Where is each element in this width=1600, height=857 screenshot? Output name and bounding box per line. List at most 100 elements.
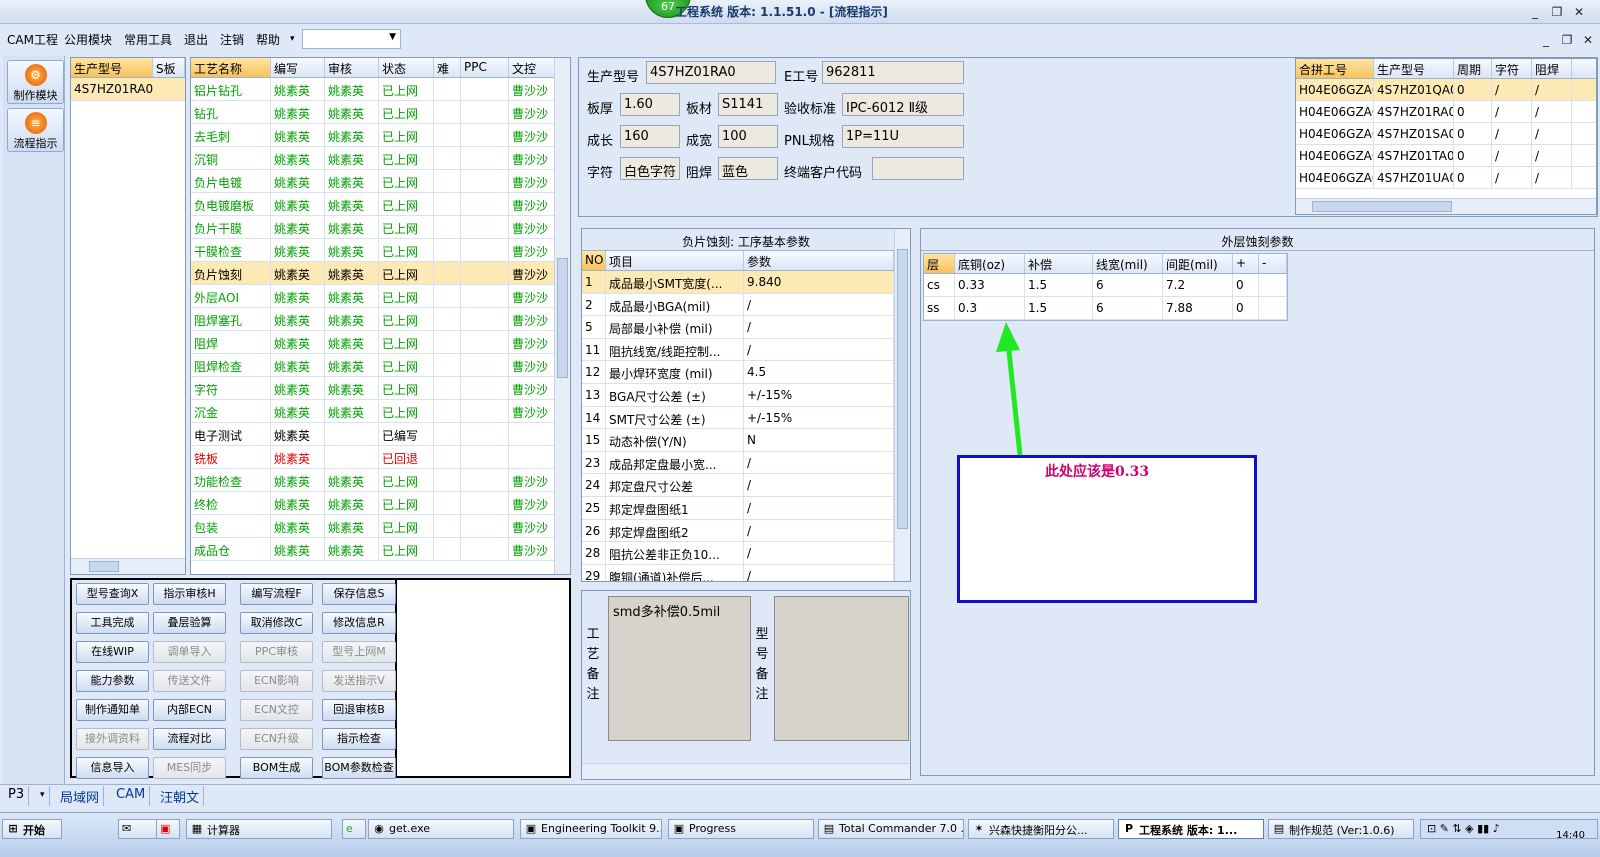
- model-memo[interactable]: [774, 596, 909, 741]
- action-button[interactable]: PPC审核: [240, 641, 313, 663]
- scroll-thumb[interactable]: [89, 561, 119, 572]
- col-s-board[interactable]: S板: [153, 58, 185, 77]
- task-browser[interactable]: ✶ 兴森快捷衡阳分公...: [968, 819, 1114, 839]
- action-button[interactable]: 在线WIP: [76, 641, 149, 663]
- task-engineering-system[interactable]: P 工程系统 版本: 1...: [1118, 819, 1264, 839]
- table-row[interactable]: 字符 姚素英 姚素英 已上网 曹沙沙: [191, 377, 570, 400]
- col-merge-char[interactable]: 字符: [1492, 59, 1532, 78]
- char-field[interactable]: 白色字符: [620, 157, 680, 180]
- pdf-icon[interactable]: ▣: [156, 819, 180, 839]
- col-process-name[interactable]: 工艺名称: [191, 58, 271, 77]
- menu-exit[interactable]: 退出: [184, 31, 208, 48]
- table-row[interactable]: 铝片钻孔 姚素英 姚素英 已上网 曹沙沙: [191, 78, 570, 101]
- col-status[interactable]: 状态: [379, 58, 434, 77]
- action-button[interactable]: 制作通知单: [76, 699, 149, 721]
- col-base-copper[interactable]: 底铜(oz): [955, 254, 1025, 273]
- col-layer[interactable]: 层: [924, 254, 955, 273]
- module-make-button[interactable]: ⚙ 制作模块: [7, 60, 64, 104]
- vertical-scrollbar[interactable]: [554, 58, 570, 574]
- table-row[interactable]: 功能检查 姚素英 姚素英 已上网 曹沙沙: [191, 469, 570, 492]
- action-button[interactable]: 流程对比: [153, 728, 226, 750]
- col-merge-mask[interactable]: 阻焊: [1532, 59, 1572, 78]
- col-no[interactable]: NO: [582, 251, 606, 270]
- action-button[interactable]: ECN影响: [240, 670, 313, 692]
- mdi-close-button[interactable]: ✕: [1580, 32, 1596, 48]
- length-field[interactable]: 160: [620, 125, 680, 148]
- action-button[interactable]: BOM参数检查: [322, 757, 396, 779]
- table-row[interactable]: 外层AOI 姚素英 姚素英 已上网 曹沙沙: [191, 285, 570, 308]
- table-row[interactable]: 负片蚀刻 姚素英 姚素英 已上网 曹沙沙: [191, 262, 570, 285]
- horizontal-scrollbar[interactable]: [1296, 198, 1596, 214]
- action-button[interactable]: 修改信息R: [322, 612, 396, 634]
- table-row[interactable]: H04E06GZA0 4S7HZ01UA0 0//: [1296, 167, 1596, 189]
- task-progress[interactable]: ▣ Progress: [668, 819, 814, 839]
- table-row[interactable]: 成品仓 姚素英 姚素英 已上网 曹沙沙: [191, 538, 570, 561]
- action-button[interactable]: 发送指示V: [322, 670, 396, 692]
- mask-field[interactable]: 蓝色: [718, 157, 778, 180]
- action-button[interactable]: ECN升级: [240, 728, 313, 750]
- action-button[interactable]: 传送文件: [153, 670, 226, 692]
- table-row[interactable]: 23 成品邦定盘最小宽... /: [582, 451, 910, 475]
- material-field[interactable]: S1141: [718, 93, 778, 116]
- action-button[interactable]: 取消修改C: [240, 612, 313, 634]
- ie-icon[interactable]: e: [342, 819, 366, 839]
- table-row[interactable]: 电子测试 姚素英 已编写: [191, 423, 570, 446]
- action-button[interactable]: 保存信息S: [322, 583, 396, 605]
- etch-cell[interactable]: 0.33: [955, 274, 1025, 296]
- col-merge-model[interactable]: 生产型号: [1374, 59, 1454, 78]
- table-row[interactable]: 负片电镀 姚素英 姚素英 已上网 曹沙沙: [191, 170, 570, 193]
- col-doc-control[interactable]: 文控: [509, 58, 556, 77]
- scroll-thumb[interactable]: [557, 258, 568, 378]
- table-row[interactable]: 阻焊 姚素英 姚素英 已上网 曹沙沙: [191, 331, 570, 354]
- action-button[interactable]: 工具完成: [76, 612, 149, 634]
- col-writer[interactable]: 编写: [271, 58, 325, 77]
- task-get-exe[interactable]: ◉ get.exe: [368, 819, 514, 839]
- cust-field[interactable]: [872, 157, 964, 180]
- start-button[interactable]: ⊞ 开始: [2, 819, 62, 839]
- action-button[interactable]: MES同步: [153, 757, 226, 779]
- scroll-thumb[interactable]: [897, 249, 908, 529]
- menu-combo[interactable]: ▼: [302, 29, 401, 49]
- action-button[interactable]: 信息导入: [76, 757, 149, 779]
- menu-tools[interactable]: 常用工具: [124, 31, 172, 48]
- col-difficulty[interactable]: 难: [434, 58, 461, 77]
- e-no-field[interactable]: 962811: [822, 61, 964, 84]
- table-row[interactable]: 26 邦定焊盘图纸2/: [582, 519, 910, 543]
- task-spec[interactable]: ▤ 制作规范 (Ver:1.0.6): [1268, 819, 1414, 839]
- table-row[interactable]: 沉铜 姚素英 姚素英 已上网 曹沙沙: [191, 147, 570, 170]
- network-icon[interactable]: ✉: [122, 822, 131, 835]
- action-button[interactable]: 型号查询X: [76, 583, 149, 605]
- action-button[interactable]: 回退审核B: [322, 699, 396, 721]
- process-memo[interactable]: smd多补偿0.5mil: [608, 596, 751, 741]
- table-row[interactable]: 沉金 姚素英 姚素英 已上网 曹沙沙: [191, 400, 570, 423]
- col-reviewer[interactable]: 审核: [325, 58, 379, 77]
- table-row[interactable]: 14 SMT尺寸公差 (±) +/-15%: [582, 406, 910, 430]
- prod-model-field[interactable]: 4S7HZ01RA0: [646, 61, 776, 84]
- action-button[interactable]: 编写流程F: [240, 583, 313, 605]
- table-row[interactable]: 1 成品最小SMT宽度(... 9.840: [582, 271, 910, 294]
- tab-lan[interactable]: 局域网: [56, 786, 105, 806]
- action-button[interactable]: 指示检查: [322, 728, 396, 750]
- table-row[interactable]: 28 阻抗公差非正负10... /: [582, 542, 910, 565]
- table-row[interactable]: ss 0.3 1.5 6 7.88 0: [924, 297, 1287, 320]
- table-row[interactable]: 24 邦定盘尺寸公差 /: [582, 474, 910, 497]
- table-row[interactable]: 11 阻抗线宽/线距控制... /: [582, 338, 910, 362]
- tab-cam[interactable]: CAM: [112, 786, 151, 806]
- table-row[interactable]: H04E06GZA0 4S7HZ01RA0 0//: [1296, 101, 1596, 123]
- table-row[interactable]: 12 最小焊环宽度 (mil) 4.5: [582, 361, 910, 384]
- table-row[interactable]: 阻焊塞孔 姚素英 姚素英 已上网 曹沙沙: [191, 308, 570, 331]
- mdi-restore-button[interactable]: ❐: [1559, 32, 1575, 48]
- minimize-button[interactable]: _: [1527, 4, 1543, 20]
- table-row[interactable]: 阻焊检查 姚素英 姚素英 已上网 曹沙沙: [191, 354, 570, 377]
- table-row[interactable]: 干膜检查 姚素英 姚素英 已上网 曹沙沙: [191, 239, 570, 262]
- menu-cam[interactable]: CAM工程: [7, 31, 58, 48]
- table-row[interactable]: 15 动态补偿(Y/N) N: [582, 429, 910, 452]
- col-param[interactable]: 参数: [744, 251, 894, 270]
- table-row[interactable]: H04E06GZA0 4S7HZ01TA0 0//: [1296, 145, 1596, 167]
- col-spacing[interactable]: 间距(mil): [1163, 254, 1233, 273]
- standard-field[interactable]: IPC-6012 Ⅱ级: [842, 93, 964, 116]
- task-engineering-toolkit[interactable]: ▣ Engineering Toolkit 9....: [520, 819, 662, 839]
- thickness-field[interactable]: 1.60: [620, 93, 680, 116]
- task-calculator[interactable]: ▦ 计算器: [186, 819, 332, 839]
- scroll-thumb[interactable]: [1312, 201, 1452, 212]
